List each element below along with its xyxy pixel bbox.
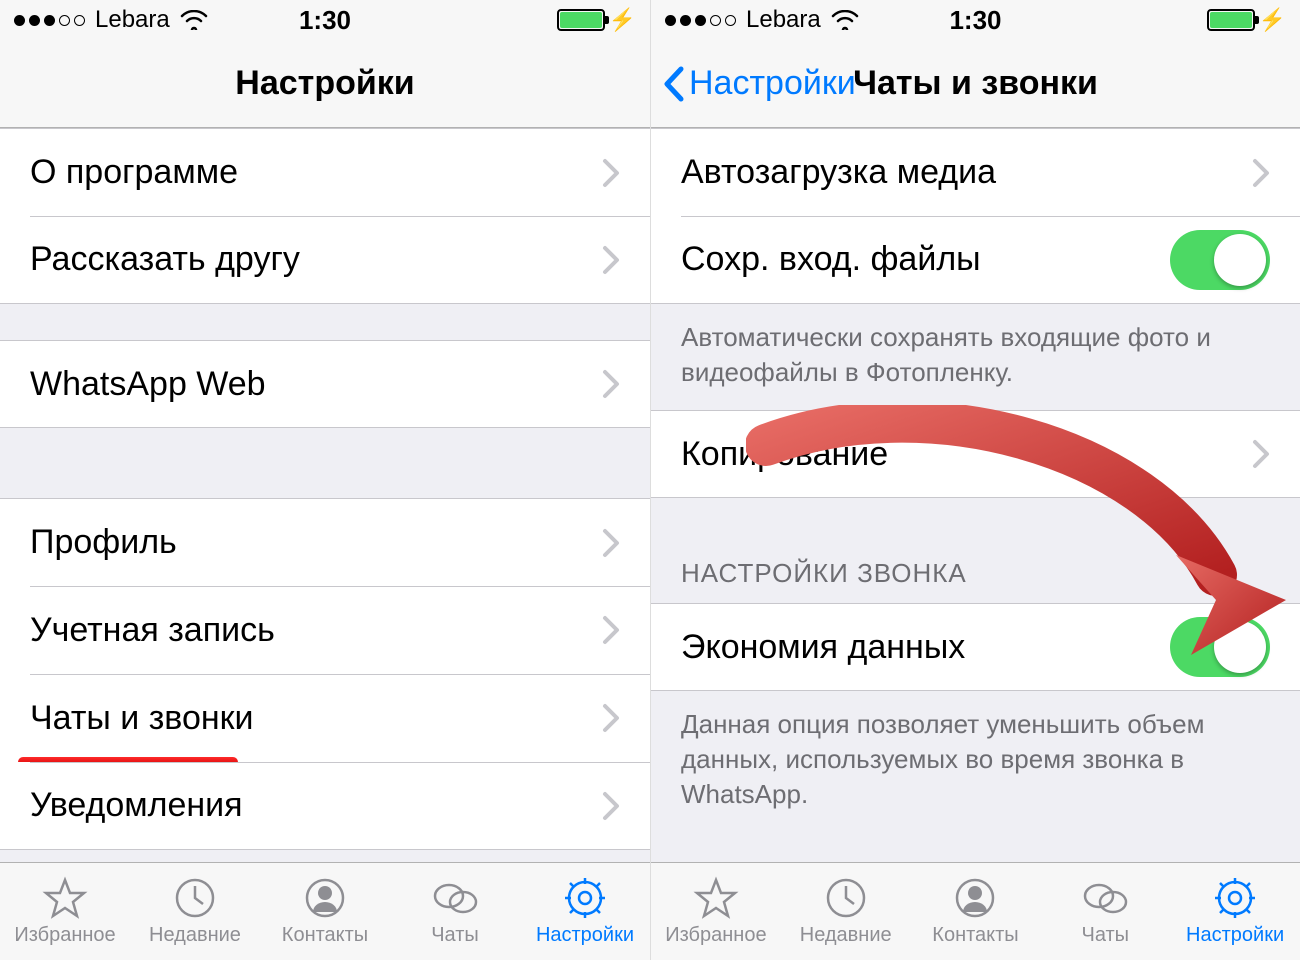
chevron-right-icon <box>602 158 620 188</box>
footer-low-data: Данная опция позволяет уменьшить объем д… <box>651 691 1300 832</box>
tab-bar: Избранное Недавние Контакты Чаты Настрой… <box>0 862 650 960</box>
charging-icon: ⚡ <box>609 7 636 33</box>
row-label: Экономия данных <box>681 628 965 667</box>
tab-label: Чаты <box>431 924 479 947</box>
tab-label: Контакты <box>282 924 368 947</box>
back-button[interactable]: Настройки <box>661 64 856 103</box>
charging-icon: ⚡ <box>1259 7 1286 33</box>
row-label: Копирование <box>681 435 888 474</box>
chevron-right-icon <box>602 791 620 821</box>
tab-contacts[interactable]: Контакты <box>911 863 1041 960</box>
status-left: Lebara <box>14 6 208 34</box>
status-left: Lebara <box>665 6 859 34</box>
row-tell-friend[interactable]: Рассказать другу <box>0 216 650 304</box>
row-save-incoming[interactable]: Сохр. вход. файлы <box>651 216 1300 304</box>
tab-label: Избранное <box>665 924 766 947</box>
nav-title: Чаты и звонки <box>853 64 1098 103</box>
tab-label: Настройки <box>1186 924 1284 947</box>
tab-label: Настройки <box>536 924 634 947</box>
screen-chats-calls: Lebara 1:30 ⚡ Настройки Чаты и звонки Ав… <box>650 0 1300 960</box>
navbar: Настройки <box>0 40 650 128</box>
status-bar: Lebara 1:30 ⚡ <box>0 0 650 40</box>
chevron-right-icon <box>602 615 620 645</box>
tab-chats[interactable]: Чаты <box>390 863 520 960</box>
signal-dots-icon <box>665 15 736 26</box>
tab-label: Чаты <box>1082 924 1130 947</box>
status-right: ⚡ <box>557 7 636 33</box>
toggle-save-incoming[interactable] <box>1170 230 1270 290</box>
row-label: Уведомления <box>30 786 243 825</box>
tab-bar: Избранное Недавние Контакты Чаты Настрой… <box>651 862 1300 960</box>
row-label: О программе <box>30 153 238 192</box>
clock: 1:30 <box>299 5 351 36</box>
row-account[interactable]: Учетная запись <box>0 586 650 674</box>
chevron-right-icon <box>602 528 620 558</box>
battery-icon <box>1207 9 1255 31</box>
row-about[interactable]: О программе <box>0 128 650 216</box>
tab-label: Недавние <box>149 924 241 947</box>
back-label: Настройки <box>689 64 856 103</box>
chevron-right-icon <box>1252 439 1270 469</box>
row-label: Рассказать другу <box>30 240 300 279</box>
chats-calls-list: Автозагрузка медиа Сохр. вход. файлы Авт… <box>651 128 1300 862</box>
tab-label: Недавние <box>800 924 892 947</box>
row-low-data[interactable]: Экономия данных <box>651 603 1300 691</box>
navbar: Настройки Чаты и звонки <box>651 40 1300 128</box>
battery-icon <box>557 9 605 31</box>
tab-settings[interactable]: Настройки <box>520 863 650 960</box>
row-label: Чаты и звонки <box>30 699 254 738</box>
row-chats-calls[interactable]: Чаты и звонки <box>0 674 650 762</box>
tab-favorites[interactable]: Избранное <box>0 863 130 960</box>
chevron-right-icon <box>602 369 620 399</box>
row-label: Сохр. вход. файлы <box>681 240 981 279</box>
row-notifications[interactable]: Уведомления <box>0 762 650 850</box>
footer-save-incoming: Автоматически сохранять входящие фото и … <box>651 304 1300 410</box>
chevron-right-icon <box>602 245 620 275</box>
tab-chats[interactable]: Чаты <box>1040 863 1170 960</box>
row-auto-download[interactable]: Автозагрузка медиа <box>651 128 1300 216</box>
chevron-right-icon <box>602 703 620 733</box>
screen-settings: Lebara 1:30 ⚡ Настройки О программе Расс… <box>0 0 650 960</box>
tab-label: Избранное <box>14 924 115 947</box>
wifi-icon <box>831 10 859 30</box>
tab-favorites[interactable]: Избранное <box>651 863 781 960</box>
carrier-label: Lebara <box>746 6 821 34</box>
row-label: Профиль <box>30 523 177 562</box>
status-bar: Lebara 1:30 ⚡ <box>651 0 1300 40</box>
chevron-right-icon <box>1252 158 1270 188</box>
row-whatsapp-web[interactable]: WhatsApp Web <box>0 340 650 428</box>
row-profile[interactable]: Профиль <box>0 498 650 586</box>
row-label: Автозагрузка медиа <box>681 153 996 192</box>
nav-title: Настройки <box>235 64 414 103</box>
signal-dots-icon <box>14 15 85 26</box>
tab-contacts[interactable]: Контакты <box>260 863 390 960</box>
row-backup[interactable]: Копирование <box>651 410 1300 498</box>
row-label: WhatsApp Web <box>30 365 266 404</box>
tab-recents[interactable]: Недавние <box>781 863 911 960</box>
tab-settings[interactable]: Настройки <box>1170 863 1300 960</box>
tab-label: Контакты <box>932 924 1018 947</box>
settings-list: О программе Рассказать другу WhatsApp We… <box>0 128 650 862</box>
header-call-settings: НАСТРОЙКИ ЗВОНКА <box>651 498 1300 603</box>
carrier-label: Lebara <box>95 6 170 34</box>
wifi-icon <box>180 10 208 30</box>
status-right: ⚡ <box>1207 7 1286 33</box>
toggle-low-data[interactable] <box>1170 617 1270 677</box>
clock: 1:30 <box>949 5 1001 36</box>
tab-recents[interactable]: Недавние <box>130 863 260 960</box>
row-label: Учетная запись <box>30 611 275 650</box>
